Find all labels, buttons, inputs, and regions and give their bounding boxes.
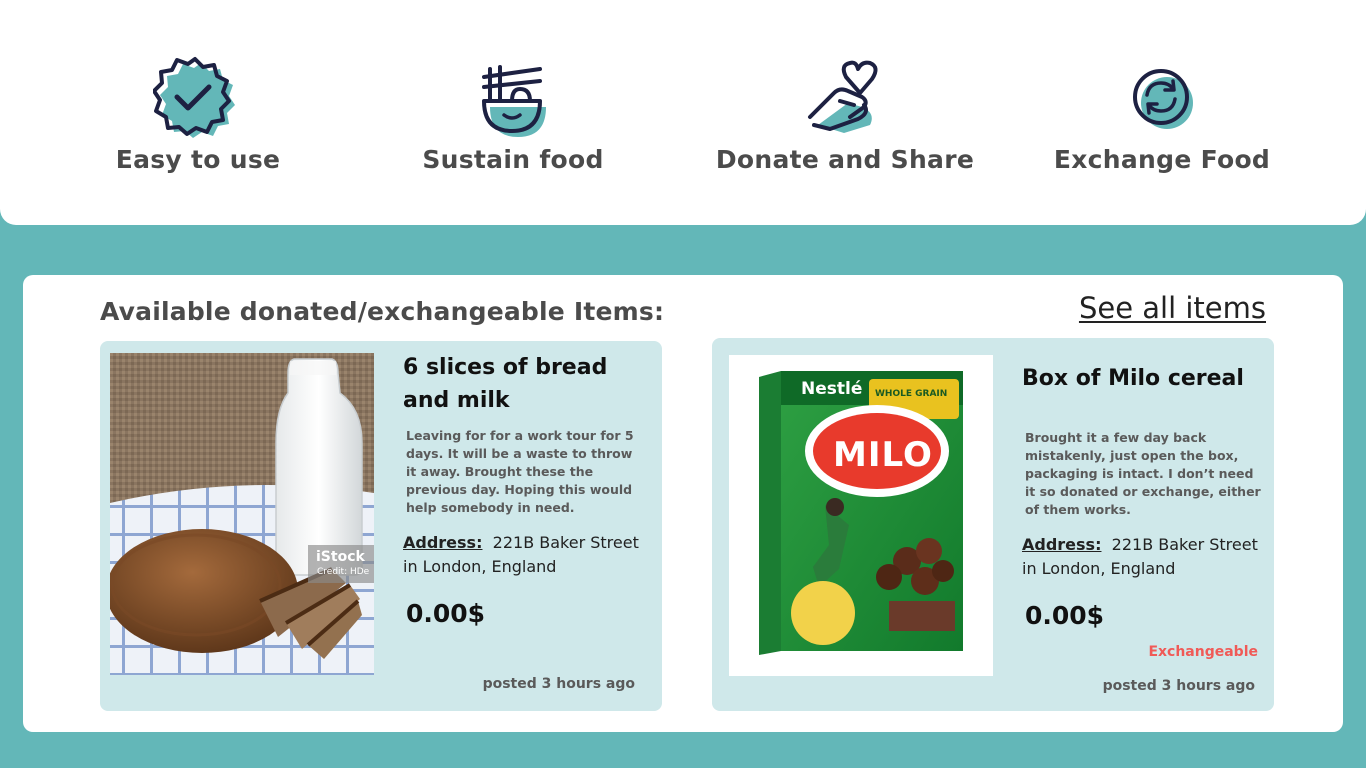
item-image: Nestlé WHOLE GRAIN MILO — [729, 355, 993, 676]
available-items-panel: Available donated/exchangeable Items: Se… — [23, 275, 1343, 732]
item-price: 0.00$ — [1025, 601, 1105, 630]
feature-easy-to-use: Easy to use — [38, 55, 358, 174]
see-all-items-link[interactable]: See all items — [1079, 291, 1266, 325]
feature-label: Sustain food — [422, 145, 604, 174]
item-address: Address: 221B Baker Street in London, En… — [1022, 533, 1262, 581]
verified-badge-icon — [153, 57, 235, 138]
features-strip: Easy to use Sustain food Donate and Shar… — [0, 0, 1366, 225]
hand-heart-icon — [808, 60, 878, 133]
item-image: iStock Credit: HDe — [110, 353, 374, 675]
feature-exchange-food: Exchange Food — [1002, 55, 1322, 174]
feature-label: Exchange Food — [1053, 145, 1271, 174]
feature-label: Easy to use — [115, 145, 281, 174]
item-description: Brought it a few day back mistakenly, ju… — [1025, 430, 1261, 517]
item-card[interactable]: Nestlé WHOLE GRAIN MILO Box of Milo cere… — [712, 338, 1274, 711]
item-price: 0.00$ — [406, 599, 486, 628]
image-watermark: iStock — [316, 549, 365, 565]
box-brand: Nestlé — [801, 379, 863, 399]
box-name: MILO — [833, 435, 933, 475]
item-posted-time: posted 3 hours ago — [482, 676, 635, 692]
image-credit: Credit: HDe — [317, 567, 370, 577]
address-label: Address: — [1022, 535, 1102, 554]
feature-sustain-food: Sustain food — [353, 55, 673, 174]
box-tag: WHOLE GRAIN — [875, 389, 948, 399]
item-posted-time: posted 3 hours ago — [1102, 678, 1255, 694]
item-card[interactable]: iStock Credit: HDe 6 slices of bread and… — [100, 341, 662, 711]
noodle-bowl-icon — [482, 65, 546, 137]
exchange-cycle-icon — [1133, 69, 1193, 129]
item-address: Address: 221B Baker Street in London, En… — [403, 531, 643, 579]
exchangeable-badge: Exchangeable — [1148, 644, 1258, 660]
item-title[interactable]: Box of Milo cereal — [1022, 362, 1262, 395]
item-title[interactable]: 6 slices of bread and milk — [403, 351, 643, 417]
feature-label: Donate and Share — [715, 145, 975, 174]
feature-donate-and-share: Donate and Share — [685, 55, 1005, 174]
item-description: Leaving for for a work tour for 5 days. … — [406, 428, 634, 515]
address-label: Address: — [403, 533, 483, 552]
section-heading: Available donated/exchangeable Items: — [100, 297, 665, 326]
